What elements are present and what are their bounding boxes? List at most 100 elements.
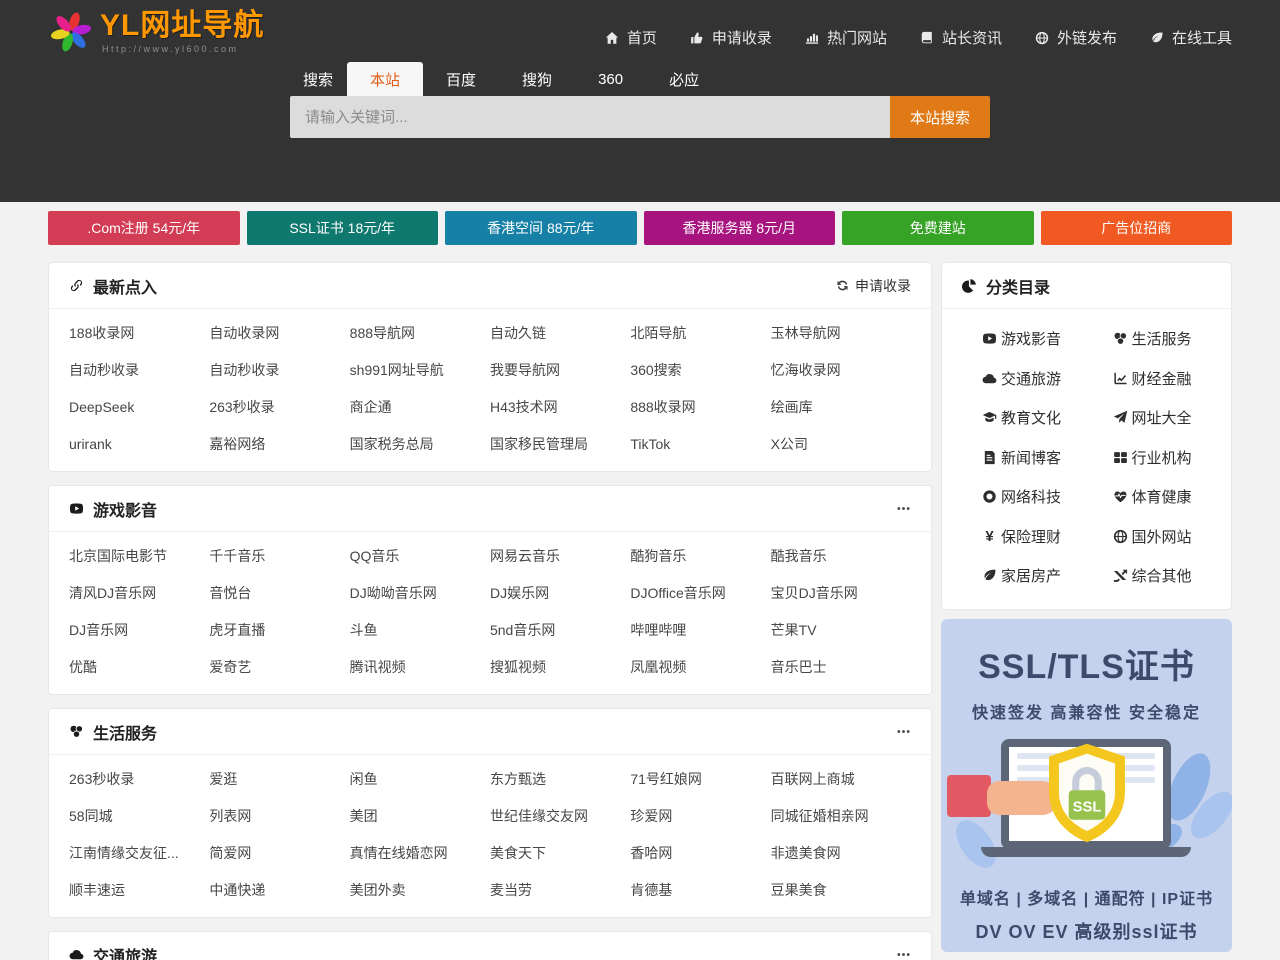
site-logo[interactable]: YL网址导航 Http://www.yl600.com [48, 9, 264, 60]
site-link[interactable]: 北陌导航 [630, 315, 770, 352]
promo-link[interactable]: .Com注册 54元/年 [48, 211, 240, 245]
more-button[interactable] [896, 724, 911, 739]
top-nav-item[interactable]: 热门网站 [805, 27, 887, 48]
site-link[interactable]: 非遗美食网 [771, 835, 911, 872]
site-link[interactable]: 珍爱网 [630, 798, 770, 835]
site-link[interactable]: 斗鱼 [350, 612, 490, 649]
site-link[interactable]: 美食天下 [490, 835, 630, 872]
site-link[interactable]: sh991网址导航 [350, 352, 490, 389]
site-link[interactable]: 自动秒收录 [209, 352, 349, 389]
site-link[interactable]: 香哈网 [630, 835, 770, 872]
site-link[interactable]: 美团外卖 [350, 872, 490, 909]
category-link[interactable]: 国外网站 [1087, 517, 1218, 557]
category-link[interactable]: 生活服务 [1087, 319, 1218, 359]
site-link[interactable]: TikTok [630, 426, 770, 463]
site-link[interactable]: 简爱网 [209, 835, 349, 872]
site-link[interactable]: 江南情缘交友征... [69, 835, 209, 872]
site-link[interactable]: DJ娱乐网 [490, 575, 630, 612]
site-link[interactable]: 国家税务总局 [350, 426, 490, 463]
site-link[interactable]: 宝贝DJ音乐网 [771, 575, 911, 612]
site-link[interactable]: 酷狗音乐 [630, 538, 770, 575]
site-link[interactable]: 263秒收录 [69, 761, 209, 798]
more-button[interactable] [896, 947, 911, 960]
site-link[interactable]: 同城征婚相亲网 [771, 798, 911, 835]
site-link[interactable]: 263秒收录 [209, 389, 349, 426]
more-button[interactable] [896, 501, 911, 516]
site-link[interactable]: 5nd音乐网 [490, 612, 630, 649]
site-link[interactable]: 世纪佳缘交友网 [490, 798, 630, 835]
site-link[interactable]: 嘉裕网络 [209, 426, 349, 463]
site-link[interactable]: 芒果TV [771, 612, 911, 649]
search-engine-tab[interactable]: 百度 [423, 62, 499, 96]
site-link[interactable]: 爱奇艺 [209, 649, 349, 686]
site-link[interactable]: 列表网 [209, 798, 349, 835]
search-engine-tab[interactable]: 本站 [347, 62, 423, 96]
site-link[interactable]: 真情在线婚恋网 [350, 835, 490, 872]
site-link[interactable]: 玉林导航网 [771, 315, 911, 352]
site-link[interactable]: 千千音乐 [209, 538, 349, 575]
site-link[interactable]: 东方甄选 [490, 761, 630, 798]
promo-link[interactable]: 香港空间 88元/年 [445, 211, 637, 245]
site-link[interactable]: 腾讯视频 [350, 649, 490, 686]
site-link[interactable]: 清风DJ音乐网 [69, 575, 209, 612]
category-link[interactable]: 网址大全 [1087, 398, 1218, 438]
site-link[interactable]: 网易云音乐 [490, 538, 630, 575]
search-engine-tab[interactable]: 必应 [646, 62, 722, 96]
site-link[interactable]: 百联网上商城 [771, 761, 911, 798]
site-link[interactable]: 搜狐视频 [490, 649, 630, 686]
search-engine-tab[interactable]: 360 [575, 62, 646, 96]
category-link[interactable]: 新闻博客 [956, 438, 1087, 478]
top-nav-item[interactable]: 站长资讯 [920, 27, 1002, 48]
category-link[interactable]: 行业机构 [1087, 438, 1218, 478]
site-link[interactable]: 71号红娘网 [630, 761, 770, 798]
site-search-button[interactable]: 本站搜索 [890, 96, 990, 138]
category-link[interactable]: 财经金融 [1087, 359, 1218, 399]
site-link[interactable]: 酷我音乐 [771, 538, 911, 575]
site-link[interactable]: 自动秒收录 [69, 352, 209, 389]
top-nav-item[interactable]: 申请收录 [690, 27, 772, 48]
site-link[interactable]: DJOffice音乐网 [630, 575, 770, 612]
category-link[interactable]: 交通旅游 [956, 359, 1087, 399]
site-link[interactable]: 忆海收录网 [771, 352, 911, 389]
search-engine-tab[interactable]: 搜狗 [499, 62, 575, 96]
site-link[interactable]: 中通快递 [209, 872, 349, 909]
site-link[interactable]: 凤凰视频 [630, 649, 770, 686]
site-link[interactable]: 商企通 [350, 389, 490, 426]
site-link[interactable]: 我要导航网 [490, 352, 630, 389]
site-link[interactable]: 顺丰速运 [69, 872, 209, 909]
site-link[interactable]: 美团 [350, 798, 490, 835]
site-link[interactable]: 58同城 [69, 798, 209, 835]
top-nav-item[interactable]: 外链发布 [1035, 27, 1117, 48]
category-link[interactable]: 教育文化 [956, 398, 1087, 438]
site-link[interactable]: 北京国际电影节 [69, 538, 209, 575]
site-link[interactable]: 豆果美食 [771, 872, 911, 909]
promo-link[interactable]: 广告位招商 [1041, 211, 1233, 245]
site-link[interactable]: DJ呦呦音乐网 [350, 575, 490, 612]
apply-inclusion-link[interactable]: 申请收录 [836, 276, 911, 296]
site-link[interactable]: 188收录网 [69, 315, 209, 352]
site-link[interactable]: 音悦台 [209, 575, 349, 612]
category-link[interactable]: 网络科技 [956, 477, 1087, 517]
site-link[interactable]: 国家移民管理局 [490, 426, 630, 463]
site-link[interactable]: 绘画库 [771, 389, 911, 426]
ssl-ad-banner[interactable]: SSL/TLS证书 快速签发 高兼容性 安全稳定 SSL [941, 619, 1232, 952]
promo-link[interactable]: 香港服务器 8元/月 [644, 211, 836, 245]
site-link[interactable]: 优酷 [69, 649, 209, 686]
top-nav-item[interactable]: 首页 [605, 27, 657, 48]
site-link[interactable]: 肯德基 [630, 872, 770, 909]
category-link[interactable]: 家居房产 [956, 556, 1087, 596]
site-link[interactable]: 麦当劳 [490, 872, 630, 909]
site-link[interactable]: H43技术网 [490, 389, 630, 426]
search-input[interactable] [290, 96, 890, 138]
top-nav-item[interactable]: 在线工具 [1150, 27, 1232, 48]
site-link[interactable]: 哔哩哔哩 [630, 612, 770, 649]
category-link[interactable]: 游戏影音 [956, 319, 1087, 359]
site-link[interactable]: 虎牙直播 [209, 612, 349, 649]
site-link[interactable]: 360搜索 [630, 352, 770, 389]
promo-link[interactable]: SSL证书 18元/年 [247, 211, 439, 245]
category-link[interactable]: 体育健康 [1087, 477, 1218, 517]
category-link[interactable]: ¥ 保险理财 [956, 517, 1087, 557]
site-link[interactable]: 自动久链 [490, 315, 630, 352]
site-link[interactable]: urirank [69, 426, 209, 463]
site-link[interactable]: 888收录网 [630, 389, 770, 426]
